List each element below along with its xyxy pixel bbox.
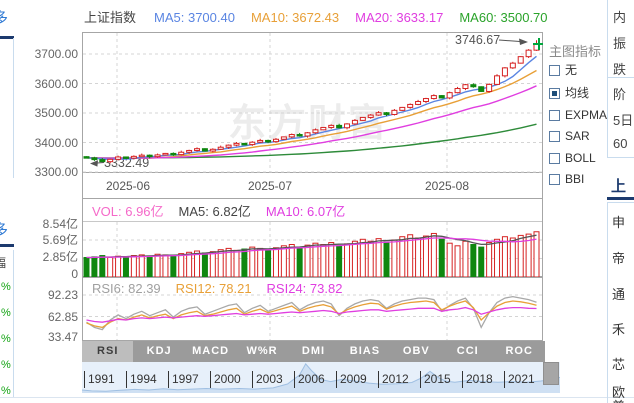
indicator-option-expma[interactable]: EXPMA <box>549 108 607 122</box>
vol-y-tick: 5.69亿 <box>18 233 78 247</box>
checkbox-icon <box>549 110 560 121</box>
candlestick-chart <box>82 32 543 173</box>
ma5-legend: MA5: 3700.40 <box>154 10 235 25</box>
rsi-chart <box>82 277 543 341</box>
timeline-scrollbar-handle[interactable] <box>543 362 559 385</box>
timeline-year-label: 2009 <box>336 371 367 388</box>
left-panel-border <box>13 250 14 397</box>
right-section-title: 上 <box>611 175 626 196</box>
stock-chart-app: 上证指数 MA5: 3700.40 MA10: 3672.43 MA20: 3633.… <box>0 0 634 403</box>
main-y-tick: 3700.00 <box>18 47 78 61</box>
indicator-tab-bar: RSI KDJ MACD W%R DMI BIAS OBV CCI ROC <box>82 341 545 362</box>
tab-cci[interactable]: CCI <box>442 341 493 362</box>
main-y-tick: 3300.00 <box>18 165 78 179</box>
vol-y-tick: 0 <box>18 267 78 281</box>
timeline-year-label: 2018 <box>462 371 493 388</box>
month-label: 2025-06 <box>95 179 161 193</box>
history-timeline[interactable]: 1991 1994 1997 2000 2003 2006 2009 2012 2015 2018… <box>82 362 560 393</box>
left-section-underline <box>0 36 14 39</box>
timeline-year-label: 1994 <box>126 371 157 388</box>
stock-link[interactable]: 通 <box>612 284 625 303</box>
timeline-year-label: 2012 <box>378 371 409 388</box>
month-label: 2025-07 <box>237 179 303 193</box>
month-label: 2025-08 <box>414 179 480 193</box>
left-column-header: 幅 <box>0 254 6 271</box>
tab-rsi[interactable]: RSI <box>82 341 133 362</box>
tab-kdj[interactable]: KDJ <box>133 341 184 362</box>
volume-chart <box>82 198 543 277</box>
timeline-year-label: 1997 <box>168 371 199 388</box>
vol-y-tick: 2.85亿 <box>18 250 78 264</box>
stock-link[interactable]: 芯 <box>612 354 625 373</box>
tab-wr[interactable]: W%R <box>236 341 287 362</box>
rsi-y-tick: 62.85 <box>18 310 78 324</box>
tab-bias[interactable]: BIAS <box>339 341 390 362</box>
stat-label: 内 <box>613 7 626 26</box>
indicator-option-none[interactable]: 无 <box>549 63 577 77</box>
left-section-underline <box>0 244 14 247</box>
checkbox-icon <box>549 131 560 142</box>
index-title: 上证指数 <box>84 10 136 25</box>
right-section-underline <box>607 197 634 200</box>
checkbox-icon <box>549 65 560 76</box>
chart-legend: 上证指数 MA5: 3700.40 MA10: 3672.43 MA20: 3633.… <box>84 7 548 26</box>
more-link[interactable]: 多 <box>0 7 8 28</box>
checkbox-icon <box>549 153 560 164</box>
stat-label: 振 <box>613 33 626 52</box>
checkbox-checked-icon <box>549 88 560 99</box>
stage-label: 60 <box>613 136 627 151</box>
indicator-option-bbi[interactable]: BBI <box>549 172 584 186</box>
stage-label: 5日 <box>613 110 633 129</box>
pct-cell: % <box>1 307 11 319</box>
main-y-tick: 3400.00 <box>18 136 78 150</box>
ma60-legend: MA60: 3500.70 <box>459 10 547 25</box>
more-link[interactable]: 多 <box>0 219 8 240</box>
tab-dmi[interactable]: DMI <box>288 341 339 362</box>
left-panel-border <box>13 38 14 178</box>
pct-cell: % <box>1 281 11 293</box>
timeline-year-label: 2000 <box>210 371 241 388</box>
vol-y-tick: 8.54亿 <box>18 217 78 231</box>
ma10-legend: MA10: 3672.43 <box>251 10 339 25</box>
indicator-option-sar[interactable]: SAR <box>549 129 590 143</box>
tab-obv[interactable]: OBV <box>391 341 442 362</box>
indicator-option-ma[interactable]: 均线 <box>549 86 589 100</box>
tab-roc[interactable]: ROC <box>494 341 545 362</box>
stock-link[interactable]: 普 <box>612 396 625 403</box>
stock-link[interactable]: 帝 <box>612 248 625 267</box>
timeline-year-label: 2015 <box>420 371 451 388</box>
stat-label: 跌 <box>613 59 626 78</box>
stock-link[interactable]: 申 <box>612 212 625 231</box>
indicator-option-boll[interactable]: BOLL <box>549 151 596 165</box>
rsi-y-tick: 92.23 <box>18 288 78 302</box>
ma20-legend: MA20: 3633.17 <box>355 10 443 25</box>
checkbox-icon <box>549 174 560 185</box>
bottom-divider <box>0 397 634 398</box>
timeline-year-label: 2021 <box>504 371 535 388</box>
pct-cell: % <box>1 333 11 345</box>
pct-cell: % <box>1 359 11 371</box>
timeline-year-label: 2003 <box>252 371 283 388</box>
stock-link[interactable]: 禾 <box>612 319 625 338</box>
tab-macd[interactable]: MACD <box>185 341 236 362</box>
pct-cell: % <box>1 385 11 397</box>
main-indicator-panel-title: 主图指标 <box>549 41 601 60</box>
rsi-y-tick: 33.47 <box>18 330 78 344</box>
timeline-year-label: 1991 <box>84 371 115 388</box>
timeline-year-label: 2006 <box>294 371 325 388</box>
main-y-tick: 3600.00 <box>18 77 78 91</box>
main-y-tick: 3500.00 <box>18 106 78 120</box>
stage-label: 阶 <box>613 84 626 103</box>
